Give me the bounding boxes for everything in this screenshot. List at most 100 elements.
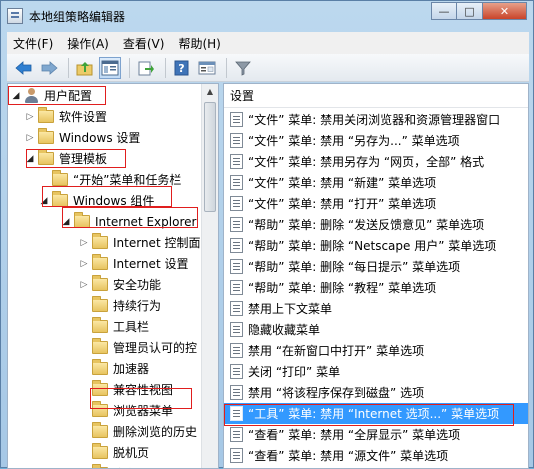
- folder-icon: [92, 275, 108, 291]
- group-policy-editor-window: 本地组策略编辑器 — □ ✕ 文件(F) 操作(A) 查看(V) 帮助(H) ?…: [0, 0, 534, 469]
- tree-item-label: Internet 控制面: [113, 236, 201, 250]
- svg-text:?: ?: [178, 62, 184, 75]
- settings-header-label: 设置: [230, 89, 255, 103]
- toolbar-separator: [165, 57, 166, 78]
- setting-row[interactable]: “文件” 菜单: 禁用 “新建” 菜单选项: [224, 172, 528, 193]
- setting-row[interactable]: “帮助” 菜单: 删除 “教程” 菜单选项: [224, 277, 528, 298]
- folder-icon: [92, 422, 108, 438]
- setting-label: 禁用 “在新窗口中打开” 菜单选项: [248, 344, 425, 358]
- setting-label: “查看” 菜单: 禁用 “源文件” 菜单选项: [248, 449, 449, 463]
- setting-label: 隐藏收藏菜单: [248, 323, 321, 337]
- policy-setting-icon: [230, 154, 243, 169]
- setting-row[interactable]: “文件” 菜单: 禁用另存为 “网页，全部” 格式: [224, 151, 528, 172]
- minimize-button[interactable]: —: [431, 2, 457, 20]
- tree-item-label: 删除浏览的历史: [113, 425, 198, 439]
- policy-setting-icon: [230, 175, 243, 190]
- toolbar-separator: [129, 57, 130, 78]
- folder-icon: [38, 128, 54, 144]
- setting-label: “文件” 菜单: 禁用 “新建” 菜单选项: [248, 176, 437, 190]
- menu-file[interactable]: 文件(F): [13, 35, 53, 52]
- toolbar-separator: [226, 57, 227, 78]
- close-button[interactable]: ✕: [483, 2, 527, 20]
- settings-pane: 设置 “文件” 菜单: 禁用关闭浏览器和资源管理器窗口 “文件” 菜单: 禁用 “…: [223, 83, 529, 469]
- setting-row[interactable]: “帮助” 菜单: 删除 “发送反馈意见” 菜单选项: [224, 214, 528, 235]
- tree-item-label: 管理员认可的控: [113, 341, 198, 355]
- tree-item-internet-settings[interactable]: ▷ Internet 设置: [78, 253, 188, 274]
- tree-item-software-settings[interactable]: ▷ 软件设置: [24, 106, 107, 127]
- properties-icon[interactable]: [196, 57, 218, 79]
- caption-buttons: — □ ✕: [431, 2, 527, 20]
- tree-item-persistence-behavior[interactable]: 持续行为: [78, 295, 161, 316]
- policy-setting-icon: [230, 364, 243, 379]
- setting-row[interactable]: 禁用 “在新窗口中打开” 菜单选项: [224, 340, 528, 361]
- setting-row[interactable]: “帮助” 菜单: 删除 “每日提示” 菜单选项: [224, 256, 528, 277]
- expand-arrow-icon[interactable]: ▷: [78, 238, 90, 248]
- tree-pane: ◢ 用户配置 ▷ 软件设置 ▷ Windows 设置 ◢ 管理模板 “开始”菜单…: [7, 83, 219, 469]
- setting-row[interactable]: 隐藏收藏菜单: [224, 319, 528, 340]
- highlight-box: [42, 186, 172, 207]
- filter-icon[interactable]: [232, 57, 254, 79]
- highlight-box: [62, 207, 198, 228]
- tree-item-windows-settings[interactable]: ▷ Windows 设置: [24, 127, 140, 148]
- setting-label: 禁用上下文菜单: [248, 302, 333, 316]
- app-icon: [7, 8, 23, 24]
- window-title: 本地组策略编辑器: [29, 10, 126, 24]
- folder-icon: [92, 443, 108, 459]
- setting-label: “文件” 菜单: 禁用另存为 “网页，全部” 格式: [248, 155, 485, 169]
- menu-view[interactable]: 查看(V): [123, 35, 165, 52]
- folder-icon: [52, 170, 68, 186]
- setting-label: “帮助” 菜单: 删除 “每日提示” 菜单选项: [248, 260, 461, 274]
- tree-item-internet-control-panel[interactable]: ▷ Internet 控制面: [78, 232, 200, 253]
- setting-row[interactable]: 禁用 “将该程序保存到磁盘” 选项: [224, 382, 528, 403]
- tree-item-label: 加速器: [113, 362, 150, 376]
- help-icon[interactable]: ?: [171, 57, 193, 79]
- policy-setting-icon: [230, 238, 243, 253]
- title-bar[interactable]: 本地组策略编辑器 — □ ✕: [1, 1, 533, 31]
- tree-item-label: 工具栏: [113, 320, 150, 334]
- scrollbar-thumb[interactable]: [204, 102, 216, 212]
- tree-item-admin-approved-controls[interactable]: 管理员认可的控: [78, 337, 197, 358]
- folder-icon: [92, 296, 108, 312]
- setting-row[interactable]: “帮助” 菜单: 删除 “Netscape 用户” 菜单选项: [224, 235, 528, 256]
- setting-row[interactable]: “查看” 菜单: 禁用 “源文件” 菜单选项: [224, 445, 528, 466]
- setting-label: “文件” 菜单: 禁用关闭浏览器和资源管理器窗口: [248, 113, 501, 127]
- settings-column-header[interactable]: 设置: [224, 84, 528, 108]
- setting-row[interactable]: “查看” 菜单: 禁用 “全屏显示” 菜单选项: [224, 424, 528, 445]
- expand-arrow-icon[interactable]: ▷: [24, 112, 36, 122]
- tree-item-delete-browsing-history[interactable]: 删除浏览的历史: [78, 421, 197, 442]
- menu-action[interactable]: 操作(A): [67, 35, 109, 52]
- tree-item-security-features[interactable]: ▷ 安全功能: [78, 274, 161, 295]
- tree-item-label: 隐私: [113, 465, 137, 468]
- scroll-up-arrow-icon[interactable]: ▲: [205, 87, 215, 96]
- forward-icon[interactable]: [38, 57, 60, 79]
- menu-help[interactable]: 帮助(H): [178, 35, 220, 52]
- show-hide-tree-icon[interactable]: [99, 56, 121, 79]
- up-folder-icon[interactable]: [74, 57, 96, 79]
- policy-setting-icon: [230, 427, 243, 442]
- tree-item-offline-pages[interactable]: 脱机页: [78, 442, 149, 463]
- highlight-box: [26, 149, 126, 168]
- setting-row[interactable]: “文件” 菜单: 禁用关闭浏览器和资源管理器窗口: [224, 109, 528, 130]
- highlight-box: [224, 404, 514, 426]
- setting-label: 禁用 “将该程序保存到磁盘” 选项: [248, 386, 425, 400]
- back-icon[interactable]: [13, 57, 35, 79]
- expand-arrow-icon[interactable]: ▷: [78, 259, 90, 269]
- policy-setting-icon: [230, 301, 243, 316]
- tree-item-toolbars[interactable]: 工具栏: [78, 316, 149, 337]
- setting-row[interactable]: “文件” 菜单: 禁用 “打开” 菜单选项: [224, 193, 528, 214]
- setting-row[interactable]: “文件” 菜单: 禁用 “另存为...” 菜单选项: [224, 130, 528, 151]
- setting-row[interactable]: 关闭 “打印” 菜单: [224, 361, 528, 382]
- setting-row[interactable]: 禁用上下文菜单: [224, 298, 528, 319]
- setting-label: “帮助” 菜单: 删除 “Netscape 用户” 菜单选项: [248, 239, 497, 253]
- folder-icon: [92, 233, 108, 249]
- expand-arrow-icon[interactable]: ▷: [24, 133, 36, 143]
- export-list-icon[interactable]: [135, 57, 157, 79]
- tree-item-label: 软件设置: [59, 110, 108, 124]
- tree-scrollbar[interactable]: ▲: [201, 84, 218, 468]
- folder-icon: [38, 107, 54, 123]
- tree-item-privacy[interactable]: 隐私: [78, 463, 137, 468]
- maximize-button[interactable]: □: [457, 2, 483, 20]
- tree-item-accelerators[interactable]: 加速器: [78, 358, 149, 379]
- expand-arrow-icon[interactable]: ▷: [78, 280, 90, 290]
- policy-setting-icon: [230, 112, 243, 127]
